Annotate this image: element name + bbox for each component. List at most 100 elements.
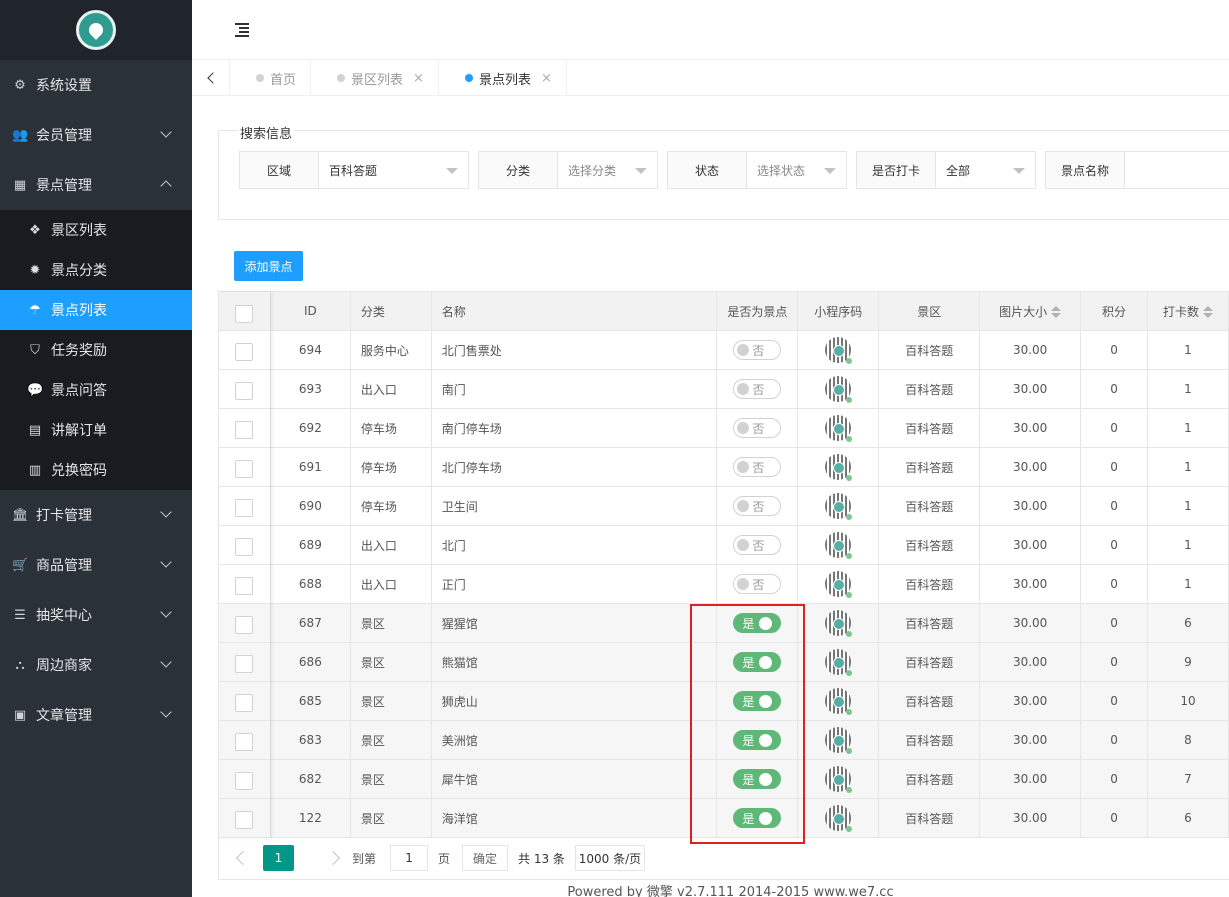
switch-text: 是 [742, 616, 755, 631]
goto-page-input[interactable]: 1 [390, 845, 429, 871]
submenu-item-4[interactable]: 💬 景点问答 [0, 370, 192, 410]
checkin-select[interactable]: 全部 [936, 152, 1035, 188]
row-checkbox[interactable] [235, 538, 254, 556]
row-checkbox[interactable] [235, 733, 254, 751]
logo-icon[interactable] [76, 10, 116, 50]
area-select[interactable]: 百科答题 [319, 152, 468, 188]
menu-item-menu_top-2[interactable]: ▦ 景点管理 [0, 160, 192, 210]
current-page-button[interactable]: 1 [263, 845, 294, 871]
spot-name-input[interactable] [1125, 152, 1229, 188]
tab-scroll-left-button[interactable] [192, 60, 230, 96]
is-spot-switch[interactable]: 否 [733, 418, 782, 438]
is-spot-switch[interactable]: 否 [733, 379, 782, 399]
menu-item-menu_bottom-3[interactable]: ⛬ 周边商家 [0, 640, 192, 690]
table-row: 691 停车场 北门停车场 否 百科答题 30.00 0 1 [218, 447, 1229, 487]
tab-0[interactable]: 首页 [230, 60, 312, 96]
switch-text: 否 [752, 382, 765, 397]
qrcode-icon[interactable] [825, 649, 853, 676]
is-spot-switch[interactable]: 是 [733, 613, 782, 633]
sort-icon[interactable] [1051, 306, 1062, 318]
row-checkbox[interactable] [235, 343, 254, 361]
page-size-select[interactable]: 1000 条/页 [574, 845, 645, 871]
menu-item-menu_top-0[interactable]: ⚙ 系统设置 [0, 60, 192, 110]
row-checkbox[interactable] [235, 382, 254, 400]
col-checkins[interactable]: 打卡数 [1147, 291, 1229, 331]
is-spot-switch[interactable]: 是 [733, 652, 782, 672]
submenu-item-5[interactable]: ▤ 讲解订单 [0, 410, 192, 450]
submenu-item-0[interactable]: ❖ 景区列表 [0, 210, 192, 250]
is-spot-switch[interactable]: 是 [733, 730, 782, 750]
submenu-spots: ❖ 景区列表 ✹ 景点分类 ☂ 景点列表 ⛉ 任务奖励 💬 景点问答 ▤ 讲解订单 ▥ 兑换密码 [0, 210, 192, 490]
qrcode-icon[interactable] [825, 727, 853, 754]
col-image-size[interactable]: 图片大小 [979, 291, 1082, 331]
row-checkbox[interactable] [235, 616, 254, 634]
is-spot-switch[interactable]: 是 [733, 769, 782, 789]
qrcode-icon[interactable] [825, 766, 853, 793]
qrcode-icon[interactable] [825, 571, 853, 598]
row-checkbox[interactable] [235, 421, 254, 439]
menu-item-label: 打卡管理 [36, 508, 92, 524]
cell-is-spot: 是 [716, 759, 799, 799]
goto-confirm-button[interactable]: 确定 [462, 845, 509, 871]
menu-item-menu_bottom-1[interactable]: 🛒 商品管理 [0, 540, 192, 590]
sort-icon[interactable] [1203, 306, 1213, 318]
cell-is-spot: 否 [716, 408, 799, 448]
row-checkbox[interactable] [235, 655, 254, 673]
is-spot-switch[interactable]: 是 [733, 808, 782, 828]
qrcode-icon[interactable] [825, 610, 853, 637]
row-checkbox[interactable] [235, 460, 254, 478]
table-row: 122 景区 海洋馆 是 百科答题 30.00 0 6 [218, 798, 1229, 838]
col-id: ID [269, 291, 351, 331]
close-icon[interactable]: × [413, 71, 424, 86]
menu-item-menu_bottom-2[interactable]: ☰ 抽奖中心 [0, 590, 192, 640]
row-checkbox[interactable] [235, 811, 254, 829]
is-spot-switch[interactable]: 是 [733, 691, 782, 711]
qrcode-icon[interactable] [825, 337, 853, 364]
row-checkbox[interactable] [235, 577, 254, 595]
tab-label: 景区列表 [351, 72, 404, 88]
row-checkbox[interactable] [235, 694, 254, 712]
is-spot-switch[interactable]: 否 [733, 340, 782, 360]
cell-id: 682 [269, 759, 351, 799]
close-icon[interactable]: × [541, 71, 552, 86]
category-select[interactable]: 选择分类 [558, 152, 657, 188]
submenu-item-2[interactable]: ☂ 景点列表 [0, 290, 192, 330]
qrcode-icon[interactable] [825, 688, 853, 715]
submenu-item-1[interactable]: ✹ 景点分类 [0, 250, 192, 290]
cell-category: 停车场 [349, 447, 432, 487]
is-spot-switch[interactable]: 否 [733, 457, 782, 477]
status-select[interactable]: 选择状态 [747, 152, 846, 188]
cell-area: 百科答题 [878, 720, 981, 760]
cell-category: 停车场 [349, 486, 432, 526]
status-label: 状态 [668, 152, 747, 188]
status-select-placeholder: 选择状态 [757, 163, 806, 178]
qrcode-icon[interactable] [825, 532, 853, 559]
table-header-row: ID 分类 名称 是否为景点 小程序码 景区 图片大小 积分 打卡数 [218, 291, 1229, 331]
menu-item-menu_bottom-0[interactable]: 🏛 打卡管理 [0, 490, 192, 540]
qrcode-icon[interactable] [825, 805, 853, 832]
is-spot-switch[interactable]: 否 [733, 496, 782, 516]
menu-item-menu_top-1[interactable]: 👥 会员管理 [0, 110, 192, 160]
submenu-item-label: 景点列表 [51, 303, 107, 319]
submenu-item-3[interactable]: ⛉ 任务奖励 [0, 330, 192, 370]
bank-icon: 🏛 [12, 507, 29, 523]
is-spot-switch[interactable]: 否 [733, 574, 782, 594]
tab-2[interactable]: 景点列表 × [439, 60, 567, 96]
qrcode-icon[interactable] [825, 493, 853, 520]
col-name: 名称 [430, 291, 718, 331]
add-spot-button[interactable]: 添加景点 [234, 251, 303, 281]
prev-page-icon[interactable] [235, 850, 251, 866]
next-page-icon[interactable] [325, 850, 341, 866]
row-checkbox[interactable] [235, 499, 254, 517]
row-checkbox[interactable] [235, 772, 254, 790]
select-all-checkbox[interactable] [235, 305, 254, 323]
qrcode-icon[interactable] [825, 376, 853, 403]
is-spot-switch[interactable]: 否 [733, 535, 782, 555]
qrcode-icon[interactable] [825, 415, 853, 442]
grid-icon: ▦ [13, 177, 27, 193]
qrcode-icon[interactable] [825, 454, 853, 481]
menu-toggle-icon[interactable] [235, 23, 249, 37]
submenu-item-6[interactable]: ▥ 兑换密码 [0, 450, 192, 490]
menu-item-menu_bottom-4[interactable]: ▣ 文章管理 [0, 690, 192, 740]
tab-1[interactable]: 景区列表 × [311, 60, 439, 96]
